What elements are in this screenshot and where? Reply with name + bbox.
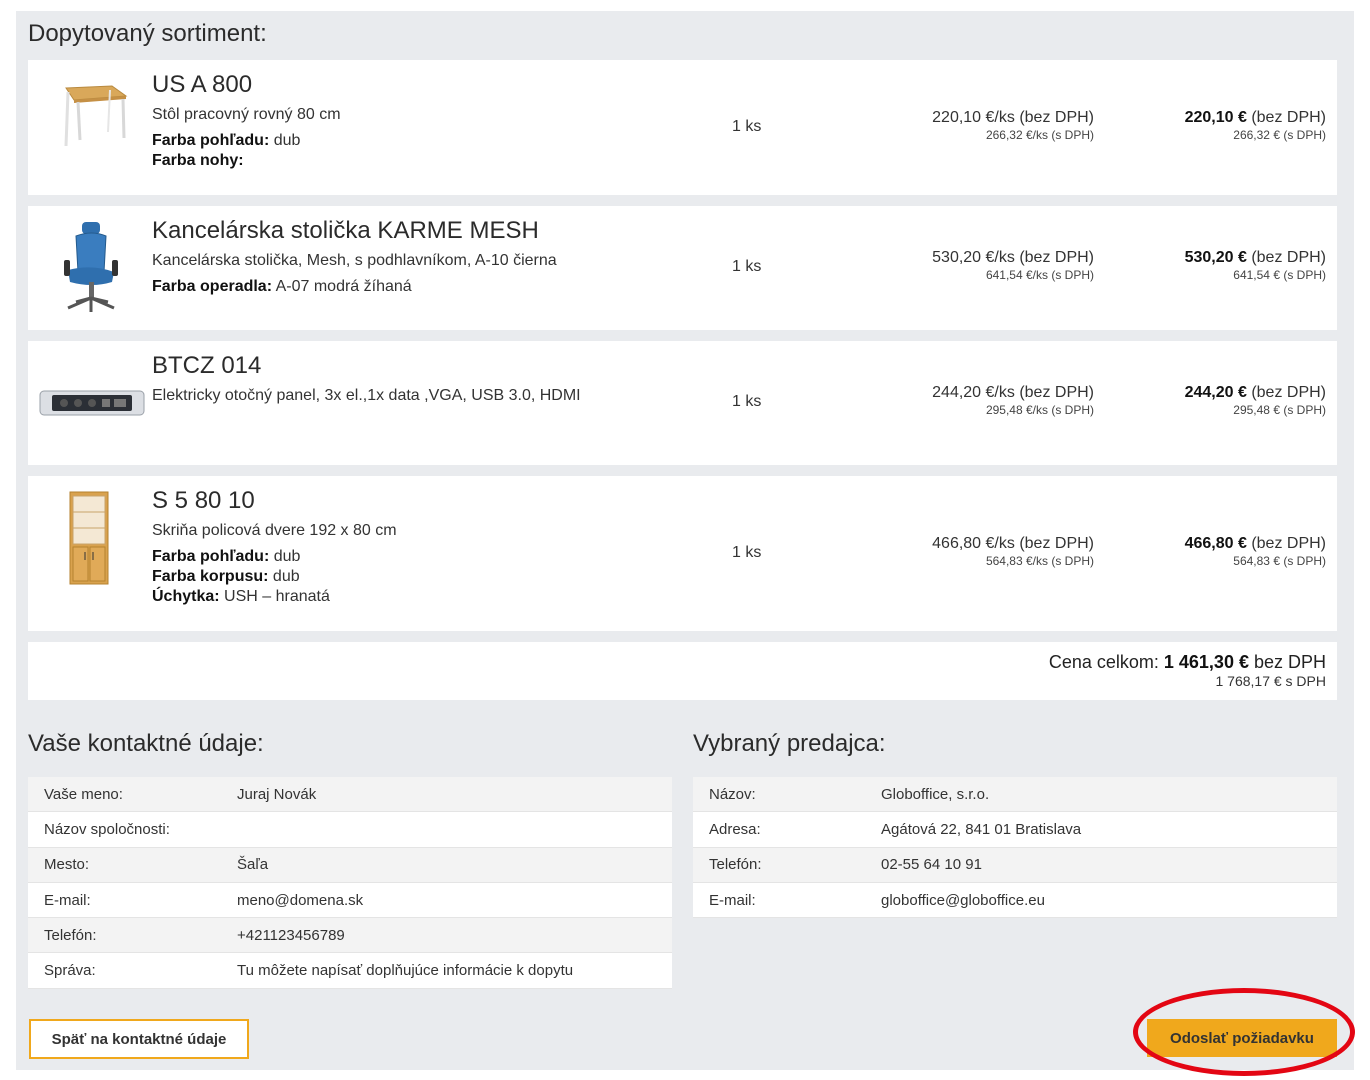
product-name: Kancelárska stolička KARME MESH [152, 217, 539, 244]
contact-title: Vaše kontaktné údaje: [28, 730, 264, 757]
unit-price: 244,20 €/ks (bez DPH) 295,48 €/ks (s DPH… [932, 384, 1094, 417]
product-attribute: Farba korpusu: dub [152, 568, 300, 585]
product-description: Elektricky otočný panel, 3x el.,1x data … [152, 387, 581, 404]
grand-total: Cena celkom: 1 461,30 € bez DPH 1 768,17… [1048, 652, 1326, 689]
contact-row-city: Mesto: Šaľa [28, 847, 672, 883]
product-quantity: 1 ks [732, 258, 762, 275]
unit-price: 220,10 €/ks (bez DPH) 266,32 €/ks (s DPH… [932, 109, 1094, 142]
contact-table: Vaše meno: Juraj Novák Názov spoločnosti… [28, 777, 672, 989]
product-quantity: 1 ks [732, 118, 762, 135]
cabinet-image [38, 490, 146, 586]
seller-title: Vybraný predajca: [693, 730, 886, 757]
product-info: Kancelárska stolička KARME MESH Kancelár… [152, 216, 712, 297]
seller-row-address: Adresa: Agátová 22, 841 01 Bratislava [693, 812, 1337, 848]
contact-row-name: Vaše meno: Juraj Novák [28, 777, 672, 813]
total-price: 530,20 € (bez DPH) 641,54 € (s DPH) [1184, 249, 1326, 282]
panel-image [38, 385, 146, 421]
product-name: US A 800 [152, 71, 253, 98]
contact-row-email: E-mail: meno@domena.sk [28, 882, 672, 919]
product-info: BTCZ 014 Elektricky otočný panel, 3x el.… [152, 351, 712, 406]
product-name: S 5 80 10 [152, 487, 255, 514]
product-info: US A 800 Stôl pracovný rovný 80 cm Farba… [152, 70, 712, 171]
product-row: Kancelárska stolička KARME MESH Kancelár… [28, 206, 1337, 330]
unit-price: 466,80 €/ks (bez DPH) 564,83 €/ks (s DPH… [932, 535, 1094, 568]
product-row: S 5 80 10 Skriňa policová dvere 192 x 80… [28, 476, 1337, 631]
seller-table: Názov: Globoffice, s.r.o. Adresa: Agátov… [693, 777, 1337, 919]
seller-row-name: Názov: Globoffice, s.r.o. [693, 777, 1337, 813]
grand-total-row: Cena celkom: 1 461,30 € bez DPH 1 768,17… [28, 642, 1337, 700]
unit-price: 530,20 €/ks (bez DPH) 641,54 €/ks (s DPH… [932, 249, 1094, 282]
product-info: S 5 80 10 Skriňa policová dvere 192 x 80… [152, 486, 712, 607]
inquiry-summary-panel: Dopytovaný sortiment: US A 800 Stôl prac… [16, 11, 1354, 1070]
contact-row-message: Správa: Tu môžete napísať doplňujúce inf… [28, 953, 672, 989]
sortiment-title: Dopytovaný sortiment: [28, 20, 267, 47]
contact-row-company: Názov spoločnosti: [28, 812, 672, 848]
total-price: 220,10 € (bez DPH) 266,32 € (s DPH) [1184, 109, 1326, 142]
product-description: Stôl pracovný rovný 80 cm [152, 106, 341, 123]
contact-row-phone: Telefón: +421123456789 [28, 918, 672, 954]
product-attribute: Úchytka: USH – hranatá [152, 588, 330, 605]
seller-row-phone: Telefón: 02-55 64 10 91 [693, 847, 1337, 883]
total-price: 244,20 € (bez DPH) 295,48 € (s DPH) [1184, 384, 1326, 417]
total-price: 466,80 € (bez DPH) 564,83 € (s DPH) [1184, 535, 1326, 568]
product-name: BTCZ 014 [152, 352, 262, 379]
product-quantity: 1 ks [732, 544, 762, 561]
product-description: Kancelárska stolička, Mesh, s podhlavník… [152, 252, 557, 269]
product-quantity: 1 ks [732, 393, 762, 410]
desk-image [38, 80, 146, 150]
product-description: Skriňa policová dvere 192 x 80 cm [152, 522, 397, 539]
product-attribute: Farba nohy: [152, 152, 244, 169]
chair-image [38, 220, 146, 316]
product-attribute: Farba pohľadu: dub [152, 132, 301, 149]
product-attribute: Farba pohľadu: dub [152, 548, 301, 565]
seller-row-email: E-mail: globoffice@globoffice.eu [693, 882, 1337, 919]
back-to-contact-button[interactable]: Späť na kontaktné údaje [29, 1019, 249, 1059]
product-row: BTCZ 014 Elektricky otočný panel, 3x el.… [28, 341, 1337, 465]
product-row: US A 800 Stôl pracovný rovný 80 cm Farba… [28, 60, 1337, 195]
product-attribute: Farba operadla: A-07 modrá žíhaná [152, 278, 412, 295]
highlight-annotation [1133, 988, 1355, 1076]
